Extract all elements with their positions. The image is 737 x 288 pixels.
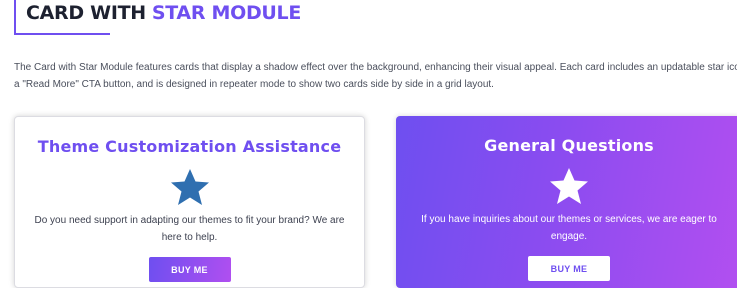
page-title: CARD WITH STAR MODULE bbox=[14, 4, 301, 23]
title-underline bbox=[14, 33, 110, 35]
star-icon bbox=[170, 169, 209, 205]
card-title: General Questions bbox=[484, 136, 654, 155]
buy-me-button[interactable]: BUY ME bbox=[148, 257, 231, 282]
card-text: Do you need support in adapting our them… bbox=[34, 215, 345, 243]
module-description: The Card with Star Module features cards… bbox=[14, 62, 737, 90]
page-title-part2: STAR MODULE bbox=[151, 2, 302, 24]
buy-me-button[interactable]: BUY ME bbox=[528, 256, 610, 281]
page: CARD WITH STAR MODULE The Card with Star… bbox=[0, 0, 737, 288]
star-icon bbox=[550, 168, 588, 204]
page-title-part1: CARD WITH bbox=[26, 2, 146, 24]
card-general-questions: General Questions If you have inquiries … bbox=[396, 116, 737, 288]
card-title: Theme Customization Assistance bbox=[37, 137, 342, 156]
card-theme-customization: Theme Customization Assistance Do you ne… bbox=[14, 116, 365, 288]
card-text: If you have inquiries about our themes o… bbox=[421, 214, 717, 242]
